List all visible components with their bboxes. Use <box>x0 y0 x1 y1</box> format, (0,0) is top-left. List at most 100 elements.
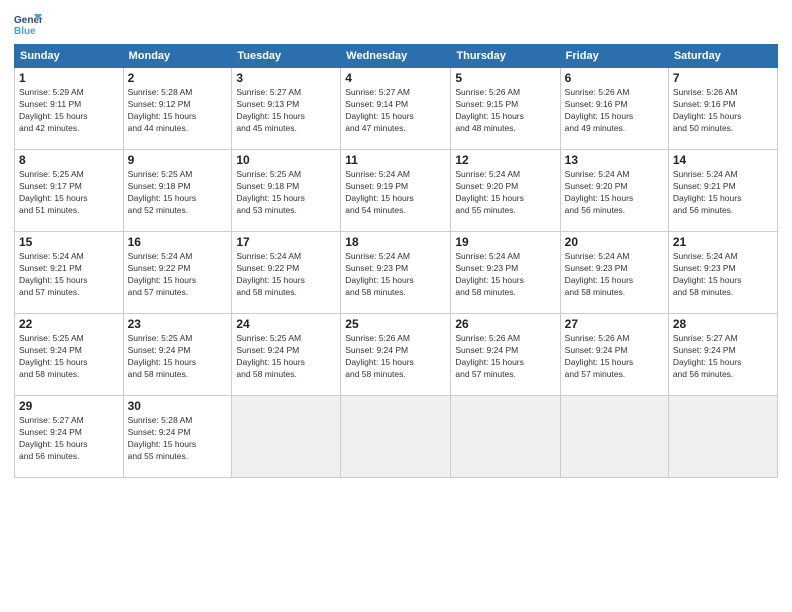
day-number: 29 <box>19 399 119 413</box>
day-cell: 10 Sunrise: 5:25 AM Sunset: 9:18 PM Dayli… <box>232 150 341 232</box>
svg-text:Blue: Blue <box>14 26 36 37</box>
weekday-header-monday: Monday <box>123 45 232 68</box>
day-number: 12 <box>455 153 555 167</box>
weekday-header-sunday: Sunday <box>15 45 124 68</box>
day-cell: 26 Sunrise: 5:26 AM Sunset: 9:24 PM Dayli… <box>451 314 560 396</box>
day-cell: 29 Sunrise: 5:27 AM Sunset: 9:24 PM Dayli… <box>15 396 124 478</box>
weekday-header-saturday: Saturday <box>668 45 777 68</box>
day-cell: 27 Sunrise: 5:26 AM Sunset: 9:24 PM Dayli… <box>560 314 668 396</box>
day-number: 25 <box>345 317 446 331</box>
day-cell: 4 Sunrise: 5:27 AM Sunset: 9:14 PM Daylig… <box>341 68 451 150</box>
day-cell <box>560 396 668 478</box>
day-info: Sunrise: 5:26 AM Sunset: 9:16 PM Dayligh… <box>673 87 773 135</box>
week-row-1: 1 Sunrise: 5:29 AM Sunset: 9:11 PM Daylig… <box>15 68 778 150</box>
day-number: 24 <box>236 317 336 331</box>
weekday-header-row: SundayMondayTuesdayWednesdayThursdayFrid… <box>15 45 778 68</box>
day-cell: 25 Sunrise: 5:26 AM Sunset: 9:24 PM Dayli… <box>341 314 451 396</box>
day-info: Sunrise: 5:24 AM Sunset: 9:23 PM Dayligh… <box>345 251 446 299</box>
day-number: 10 <box>236 153 336 167</box>
day-info: Sunrise: 5:26 AM Sunset: 9:24 PM Dayligh… <box>455 333 555 381</box>
header: General Blue <box>14 10 778 38</box>
day-number: 15 <box>19 235 119 249</box>
day-info: Sunrise: 5:26 AM Sunset: 9:24 PM Dayligh… <box>565 333 664 381</box>
day-info: Sunrise: 5:25 AM Sunset: 9:18 PM Dayligh… <box>236 169 336 217</box>
day-info: Sunrise: 5:25 AM Sunset: 9:17 PM Dayligh… <box>19 169 119 217</box>
day-cell: 15Sunrise: 5:24 AM Sunset: 9:21 PM Dayli… <box>15 232 124 314</box>
day-info: Sunrise: 5:27 AM Sunset: 9:13 PM Dayligh… <box>236 87 336 135</box>
day-cell: 21 Sunrise: 5:24 AM Sunset: 9:23 PM Dayli… <box>668 232 777 314</box>
day-cell: 3Sunrise: 5:27 AM Sunset: 9:13 PM Daylig… <box>232 68 341 150</box>
day-cell: 1 Sunrise: 5:29 AM Sunset: 9:11 PM Daylig… <box>15 68 124 150</box>
day-number: 28 <box>673 317 773 331</box>
day-info: Sunrise: 5:25 AM Sunset: 9:24 PM Dayligh… <box>19 333 119 381</box>
day-cell: 17 Sunrise: 5:24 AM Sunset: 9:22 PM Dayli… <box>232 232 341 314</box>
day-cell: 12 Sunrise: 5:24 AM Sunset: 9:20 PM Dayli… <box>451 150 560 232</box>
day-number: 23 <box>128 317 228 331</box>
day-info: Sunrise: 5:24 AM Sunset: 9:19 PM Dayligh… <box>345 169 446 217</box>
day-number: 27 <box>565 317 664 331</box>
week-row-2: 8 Sunrise: 5:25 AM Sunset: 9:17 PM Daylig… <box>15 150 778 232</box>
day-info: Sunrise: 5:24 AM Sunset: 9:20 PM Dayligh… <box>565 169 664 217</box>
day-number: 17 <box>236 235 336 249</box>
day-number: 6 <box>565 71 664 85</box>
day-info: Sunrise: 5:27 AM Sunset: 9:24 PM Dayligh… <box>673 333 773 381</box>
weekday-header-thursday: Thursday <box>451 45 560 68</box>
week-row-4: 22 Sunrise: 5:25 AM Sunset: 9:24 PM Dayli… <box>15 314 778 396</box>
day-info: Sunrise: 5:26 AM Sunset: 9:16 PM Dayligh… <box>565 87 664 135</box>
day-cell: 19 Sunrise: 5:24 AM Sunset: 9:23 PM Dayli… <box>451 232 560 314</box>
day-info: Sunrise: 5:29 AM Sunset: 9:11 PM Dayligh… <box>19 87 119 135</box>
day-cell: 30Sunrise: 5:28 AM Sunset: 9:24 PM Dayli… <box>123 396 232 478</box>
day-info: Sunrise: 5:24 AM Sunset: 9:20 PM Dayligh… <box>455 169 555 217</box>
day-number: 8 <box>19 153 119 167</box>
day-number: 4 <box>345 71 446 85</box>
day-number: 11 <box>345 153 446 167</box>
day-cell <box>451 396 560 478</box>
page: General Blue SundayMondayTuesdayWednesda… <box>0 0 792 612</box>
day-number: 19 <box>455 235 555 249</box>
day-info: Sunrise: 5:25 AM Sunset: 9:24 PM Dayligh… <box>236 333 336 381</box>
day-cell: 24 Sunrise: 5:25 AM Sunset: 9:24 PM Dayli… <box>232 314 341 396</box>
day-info: Sunrise: 5:25 AM Sunset: 9:24 PM Dayligh… <box>128 333 228 381</box>
day-cell: 13 Sunrise: 5:24 AM Sunset: 9:20 PM Dayli… <box>560 150 668 232</box>
day-cell <box>668 396 777 478</box>
day-number: 1 <box>19 71 119 85</box>
day-cell: 16 Sunrise: 5:24 AM Sunset: 9:22 PM Dayli… <box>123 232 232 314</box>
day-info: Sunrise: 5:27 AM Sunset: 9:24 PM Dayligh… <box>19 415 119 463</box>
day-cell: 22 Sunrise: 5:25 AM Sunset: 9:24 PM Dayli… <box>15 314 124 396</box>
day-cell: 18Sunrise: 5:24 AM Sunset: 9:23 PM Dayli… <box>341 232 451 314</box>
day-number: 20 <box>565 235 664 249</box>
week-row-5: 29 Sunrise: 5:27 AM Sunset: 9:24 PM Dayli… <box>15 396 778 478</box>
day-info: Sunrise: 5:24 AM Sunset: 9:23 PM Dayligh… <box>455 251 555 299</box>
logo: General Blue <box>14 10 46 38</box>
day-number: 22 <box>19 317 119 331</box>
day-cell: 5 Sunrise: 5:26 AM Sunset: 9:15 PM Daylig… <box>451 68 560 150</box>
day-info: Sunrise: 5:25 AM Sunset: 9:18 PM Dayligh… <box>128 169 228 217</box>
day-info: Sunrise: 5:27 AM Sunset: 9:14 PM Dayligh… <box>345 87 446 135</box>
weekday-header-friday: Friday <box>560 45 668 68</box>
day-cell: 8 Sunrise: 5:25 AM Sunset: 9:17 PM Daylig… <box>15 150 124 232</box>
day-number: 5 <box>455 71 555 85</box>
day-number: 21 <box>673 235 773 249</box>
weekday-header-wednesday: Wednesday <box>341 45 451 68</box>
day-cell: 23 Sunrise: 5:25 AM Sunset: 9:24 PM Dayli… <box>123 314 232 396</box>
day-cell: 14Sunrise: 5:24 AM Sunset: 9:21 PM Dayli… <box>668 150 777 232</box>
day-info: Sunrise: 5:28 AM Sunset: 9:12 PM Dayligh… <box>128 87 228 135</box>
day-cell: 7 Sunrise: 5:26 AM Sunset: 9:16 PM Daylig… <box>668 68 777 150</box>
day-cell <box>341 396 451 478</box>
day-number: 13 <box>565 153 664 167</box>
day-cell: 9Sunrise: 5:25 AM Sunset: 9:18 PM Daylig… <box>123 150 232 232</box>
day-number: 7 <box>673 71 773 85</box>
day-info: Sunrise: 5:26 AM Sunset: 9:24 PM Dayligh… <box>345 333 446 381</box>
day-info: Sunrise: 5:24 AM Sunset: 9:22 PM Dayligh… <box>236 251 336 299</box>
weekday-header-tuesday: Tuesday <box>232 45 341 68</box>
day-number: 26 <box>455 317 555 331</box>
logo-icon: General Blue <box>14 10 42 38</box>
day-cell: 11 Sunrise: 5:24 AM Sunset: 9:19 PM Dayli… <box>341 150 451 232</box>
day-info: Sunrise: 5:26 AM Sunset: 9:15 PM Dayligh… <box>455 87 555 135</box>
week-row-3: 15Sunrise: 5:24 AM Sunset: 9:21 PM Dayli… <box>15 232 778 314</box>
day-info: Sunrise: 5:24 AM Sunset: 9:23 PM Dayligh… <box>673 251 773 299</box>
day-info: Sunrise: 5:24 AM Sunset: 9:22 PM Dayligh… <box>128 251 228 299</box>
day-cell: 28 Sunrise: 5:27 AM Sunset: 9:24 PM Dayli… <box>668 314 777 396</box>
day-number: 16 <box>128 235 228 249</box>
day-cell: 2Sunrise: 5:28 AM Sunset: 9:12 PM Daylig… <box>123 68 232 150</box>
